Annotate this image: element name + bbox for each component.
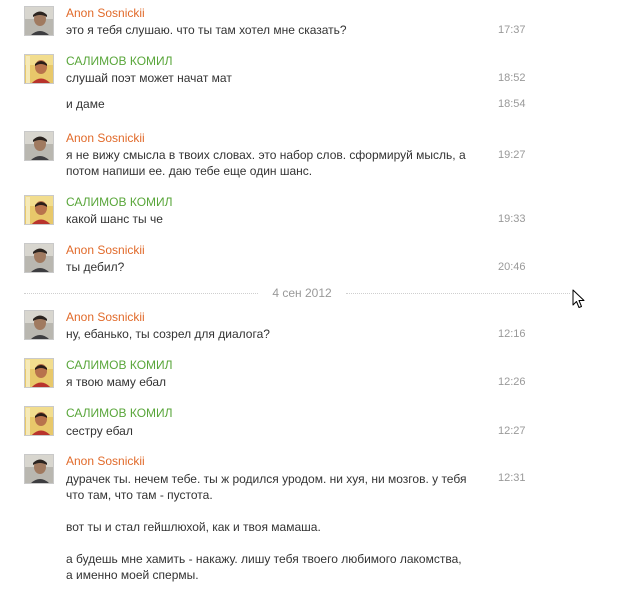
date-label: 4 сен 2012 [272,286,332,300]
message-time: 19:33 [498,213,526,225]
message-author[interactable]: Anon Sosnickii [66,131,145,145]
message-text: ты дебил? [66,260,125,274]
avatar-anon[interactable] [24,454,54,484]
avatar-anon[interactable] [24,131,54,161]
message-time: 20:46 [498,261,526,273]
message-time: 12:27 [498,425,526,437]
message-text: дурачек ты. нечем тебе. ты ж родился уро… [66,472,467,582]
message-text: слушай поэт может начат мат [66,71,232,85]
message-author[interactable]: САЛИМОВ КОМИЛ [66,406,173,420]
separator-line [24,293,258,294]
message-author[interactable]: Anon Sosnickii [66,6,145,20]
avatar-komil[interactable] [24,195,54,225]
chat-history: Anon Sosnickii это я тебя слушаю. что ты… [0,0,626,589]
message-time: 18:54 [498,98,526,110]
date-separator: 4 сен 2012 [24,285,570,301]
message-time: 19:27 [498,149,526,161]
message-text: я твою маму ебал [66,375,167,389]
avatar-anon[interactable] [24,243,54,273]
message-text: и даме [66,97,105,111]
avatar-komil[interactable] [24,358,54,388]
message-author[interactable]: Anon Sosnickii [66,310,145,324]
message-text: я не вижу смысла в твоих словах. это наб… [66,148,466,178]
message-author[interactable]: САЛИМОВ КОМИЛ [66,358,173,372]
message-time: 18:52 [498,72,526,84]
avatar-komil[interactable] [24,54,54,84]
message-time: 12:26 [498,376,526,388]
message-time: 17:37 [498,24,526,36]
message-author[interactable]: САЛИМОВ КОМИЛ [66,54,173,68]
message-text: сестру ебал [66,424,133,438]
message-time: 12:16 [498,328,526,340]
avatar-komil[interactable] [24,406,54,436]
avatar-anon[interactable] [24,6,54,36]
message-author[interactable]: Anon Sosnickii [66,454,145,468]
mouse-pointer-icon [572,289,586,309]
avatar-anon[interactable] [24,310,54,340]
message-time: 12:31 [498,472,526,484]
message-text: какой шанс ты че [66,212,163,226]
message-text: это я тебя слушаю. что ты там хотел мне … [66,23,347,37]
message-author[interactable]: САЛИМОВ КОМИЛ [66,195,173,209]
message-text: ну, ебанько, ты созрел для диалога? [66,327,270,341]
separator-line [346,293,570,294]
message-author[interactable]: Anon Sosnickii [66,243,145,257]
